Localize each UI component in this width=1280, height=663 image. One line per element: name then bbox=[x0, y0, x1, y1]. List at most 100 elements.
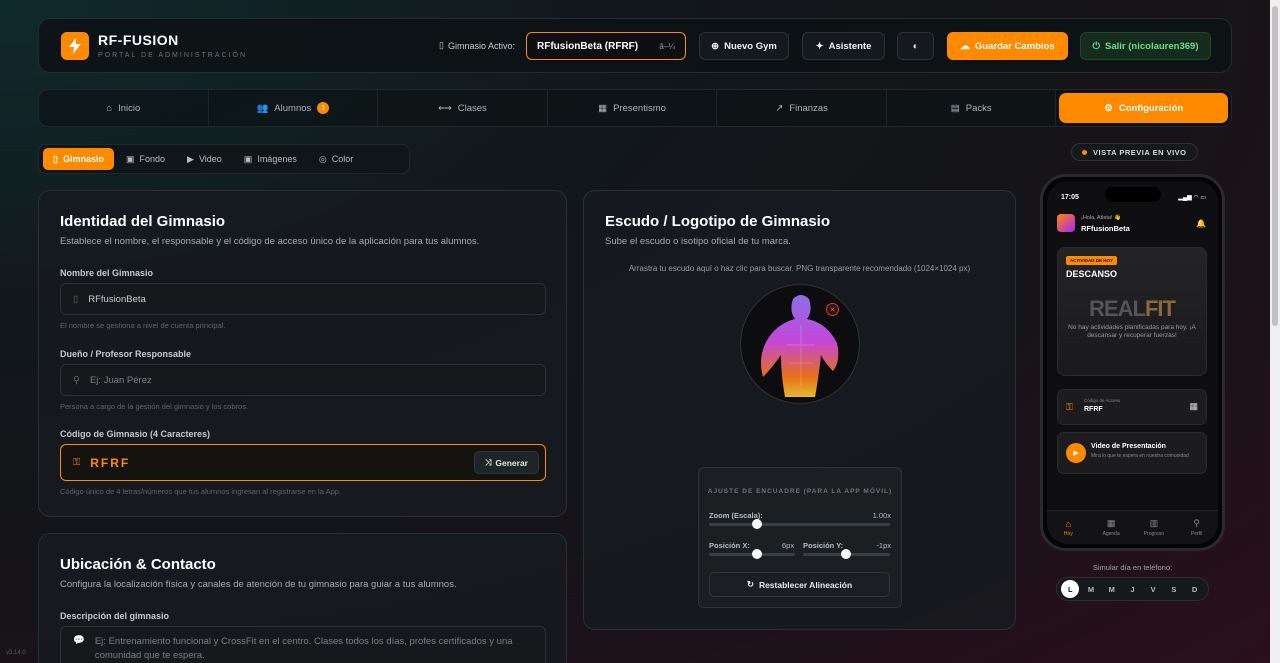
building-icon: ▯ bbox=[73, 293, 79, 305]
subtab-gimnasio[interactable]: ▯ Gimnasio bbox=[43, 148, 114, 170]
active-gym-select[interactable]: RFfusionBeta (RFRF) â–¼ bbox=[526, 32, 686, 60]
image-icon: ▣ bbox=[125, 153, 135, 164]
chat-icon: 💬 bbox=[73, 635, 85, 646]
nav-item-inicio[interactable]: ⌂ Inicio bbox=[39, 90, 209, 126]
gym-name-input[interactable]: ▯ RFfusionBeta bbox=[60, 283, 546, 315]
key-icon: ⚿ bbox=[73, 457, 81, 468]
dynamic-island bbox=[1105, 187, 1161, 202]
subtab-video[interactable]: ▶ Video bbox=[177, 148, 232, 170]
presentation-video-card[interactable]: ▶ Video de Presentación Mira lo que te e… bbox=[1057, 432, 1207, 474]
phone-tab-perfil[interactable]: ⚲ Perfil bbox=[1175, 511, 1218, 544]
phone-tab-agenda[interactable]: ▦ Agenda bbox=[1090, 511, 1133, 544]
home-icon: ⌂ bbox=[1065, 518, 1072, 529]
access-code-card: ⚿ Código de Acceso RFRF ▦ bbox=[1057, 389, 1207, 425]
subtab-color[interactable]: ◎ Color bbox=[309, 148, 363, 170]
qr-icon: ▦ bbox=[1189, 401, 1198, 411]
package-icon: ▤ bbox=[950, 102, 960, 114]
pos-y-value: -1px bbox=[876, 541, 891, 550]
live-dot-icon bbox=[1082, 149, 1087, 155]
palette-icon: ◎ bbox=[318, 153, 327, 164]
video-icon: ▶ bbox=[187, 153, 194, 164]
subtab-fondo[interactable]: ▣ Fondo bbox=[116, 148, 175, 170]
day-lunes[interactable]: L bbox=[1061, 580, 1080, 598]
status-icons: ▂▄▆ ◠ ▭ bbox=[1178, 195, 1206, 201]
brand-subtitle: PORTAL DE ADMINISTRACIÓN bbox=[98, 52, 247, 59]
pos-x-value: 6px bbox=[782, 541, 795, 550]
save-changes-button[interactable]: ☁ Guardar Cambios bbox=[947, 32, 1068, 60]
reset-alignment-button[interactable]: ↻ Restablecer Alineación bbox=[709, 572, 890, 597]
pos-x-slider-handle[interactable] bbox=[752, 549, 762, 559]
play-icon: ▶ bbox=[1066, 443, 1086, 463]
zoom-slider[interactable] bbox=[709, 523, 890, 526]
nav-item-finanzas[interactable]: ↗ Finanzas bbox=[717, 90, 887, 126]
gear-icon: ⚙ bbox=[1104, 102, 1113, 114]
nav-item-alumnos[interactable]: 👥 Alumnos 1 bbox=[209, 90, 379, 126]
building-icon: ▯ bbox=[53, 153, 58, 164]
today-tag: ACTIVIDAD DE HOY bbox=[1066, 256, 1118, 265]
bolt-logo-icon bbox=[61, 32, 89, 60]
description-textarea[interactable]: 💬 Ej: Entrenamiento funcional y CrossFit… bbox=[60, 626, 546, 663]
day-sabado[interactable]: S bbox=[1165, 580, 1183, 598]
nav-item-packs[interactable]: ▤ Packs bbox=[887, 90, 1057, 126]
dropdown-arrow-icon: â–¼ bbox=[659, 41, 675, 51]
day-miercoles[interactable]: M bbox=[1103, 580, 1121, 598]
bell-icon: 🔔 bbox=[1196, 219, 1206, 228]
logout-button[interactable]: ⏻ Salir (nicolauren369) bbox=[1080, 32, 1211, 60]
owner-input[interactable]: ⚲ Ej: Juan Pérez bbox=[60, 364, 546, 396]
theme-toggle-button[interactable]: ◐ bbox=[897, 32, 934, 60]
trend-icon: ↗ bbox=[775, 102, 784, 114]
crest-image[interactable] bbox=[740, 284, 860, 404]
gym-code-hint: Código único de 4 letras/números que tus… bbox=[60, 487, 341, 496]
pos-x-label: Posición X: bbox=[709, 541, 750, 550]
phone-tab-bar: ⌂ Hoy ▦ Agenda ▥ Progreso ⚲ Perfil bbox=[1047, 510, 1218, 544]
gym-code-input[interactable]: ⚿ RFRF ⤨ Generar bbox=[60, 444, 546, 481]
gym-avatar bbox=[1057, 214, 1075, 232]
magic-wand-icon: ✦ bbox=[815, 40, 824, 52]
day-jueves[interactable]: J bbox=[1123, 580, 1141, 598]
zoom-value: 1.00x bbox=[872, 511, 891, 520]
day-viernes[interactable]: V bbox=[1144, 580, 1162, 598]
day-martes[interactable]: M bbox=[1082, 580, 1100, 598]
phone-gym-name: RFfusionBeta bbox=[1081, 224, 1130, 233]
active-gym-label: ▯ Gimnasio Activo: bbox=[439, 40, 515, 51]
new-gym-button[interactable]: ⊕ Nuevo Gym bbox=[699, 32, 789, 60]
rest-label: DESCANSO bbox=[1066, 269, 1118, 279]
nav-item-presentismo[interactable]: ▦ Presentismo bbox=[548, 90, 718, 126]
zoom-slider-handle[interactable] bbox=[752, 519, 762, 529]
phone-preview: 17:05 ▂▄▆ ◠ ▭ ¡Hola, Atleta! 👋 RFfusionB… bbox=[1040, 174, 1225, 551]
location-desc: Configura la localización física y canal… bbox=[60, 579, 457, 590]
phone-tab-hoy[interactable]: ⌂ Hoy bbox=[1047, 511, 1090, 544]
images-icon: ▣ bbox=[243, 153, 253, 164]
subtab-imagenes[interactable]: ▣ Imágenes bbox=[234, 148, 307, 170]
location-card: Ubicación & Contacto Configura la locali… bbox=[38, 533, 567, 663]
nav-item-clases[interactable]: ⟷ Clases bbox=[378, 90, 548, 126]
user-icon: ⚲ bbox=[1193, 518, 1200, 528]
refresh-icon: ↻ bbox=[746, 579, 754, 589]
user-icon: ⚲ bbox=[73, 374, 80, 386]
owner-hint: Persona a cargo de la gestión del gimnas… bbox=[60, 402, 249, 411]
nav-item-configuracion[interactable]: ⚙ Configuración bbox=[1059, 93, 1229, 123]
page-scrollbar[interactable] bbox=[1270, 0, 1280, 663]
identity-card: Identidad del Gimnasio Establece el nomb… bbox=[38, 190, 567, 517]
day-domingo[interactable]: D bbox=[1186, 580, 1204, 598]
phone-tab-progreso[interactable]: ▥ Progreso bbox=[1133, 511, 1176, 544]
app-header: RF-FUSION PORTAL DE ADMINISTRACIÓN ▯ Gim… bbox=[38, 18, 1232, 73]
simulate-day-label: Simular día en teléfono: bbox=[1092, 563, 1173, 572]
assistant-button[interactable]: ✦ Asistente bbox=[802, 32, 885, 60]
qr-icon: ▦ bbox=[598, 102, 608, 114]
phone-greeting: ¡Hola, Atleta! 👋 bbox=[1081, 215, 1121, 221]
generate-code-button[interactable]: ⤨ Generar bbox=[473, 451, 539, 474]
power-icon: ⏻ bbox=[1092, 40, 1101, 52]
bar-chart-icon: ▥ bbox=[1149, 518, 1159, 528]
dumbbell-icon: ⟷ bbox=[438, 102, 452, 114]
no-activities-text: No hay actividades planificadas para hoy… bbox=[1068, 324, 1196, 340]
gym-code-label: Código de Gimnasio (4 Caracteres) bbox=[60, 429, 211, 439]
remove-crest-button[interactable]: ✕ bbox=[826, 303, 839, 316]
adjust-title: AJUSTE DE ENCUADRE (PARA LA APP MÓVIL) bbox=[707, 488, 893, 495]
gym-name-label: Nombre del Gimnasio bbox=[60, 268, 154, 278]
alumnos-badge: 1 bbox=[317, 102, 330, 114]
crest-card: Escudo / Logotipo de Gimnasio Sube el es… bbox=[583, 190, 1016, 630]
description-label: Descripción del gimnasio bbox=[60, 611, 170, 621]
pos-y-slider-handle[interactable] bbox=[841, 549, 851, 559]
scrollbar-thumb[interactable] bbox=[1272, 6, 1278, 326]
